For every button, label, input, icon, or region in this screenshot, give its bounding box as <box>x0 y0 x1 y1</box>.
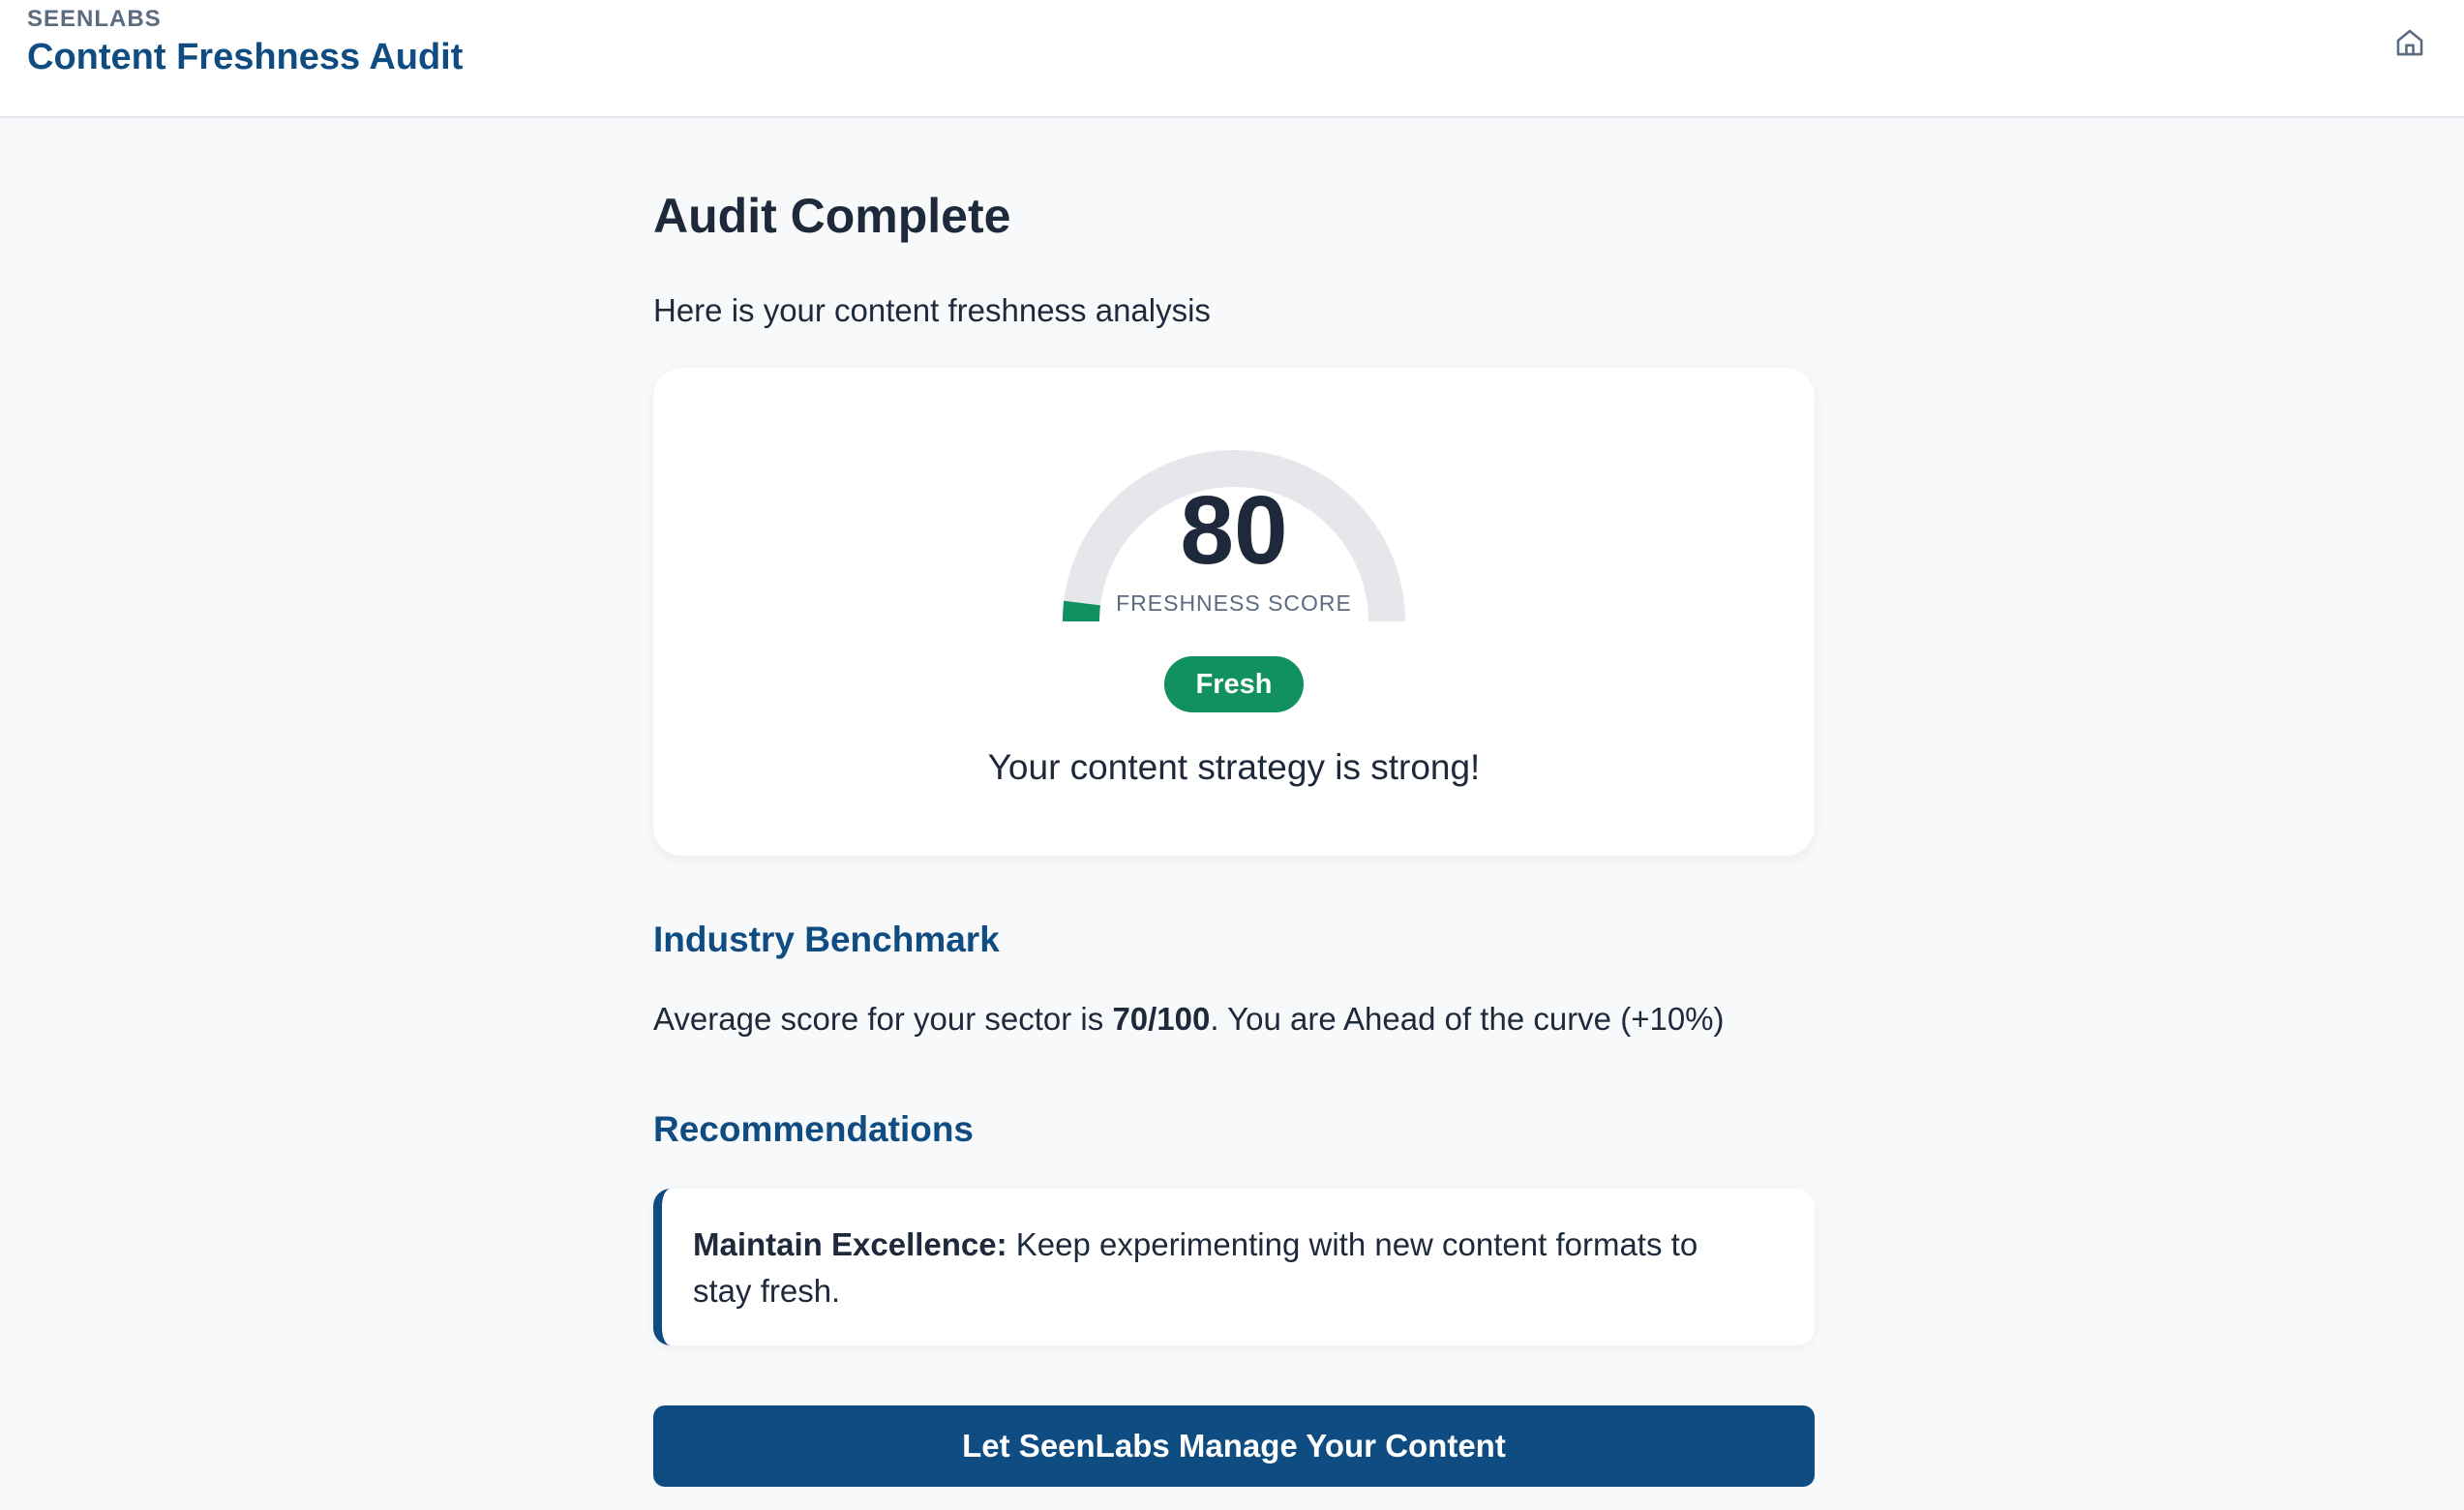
app-title: Content Freshness Audit <box>27 37 464 77</box>
recommendation-card: Maintain Excellence: Keep experimenting … <box>653 1189 1815 1345</box>
recommendations-heading: Recommendations <box>653 1109 975 1149</box>
benchmark-prefix: Average score for your sector is <box>653 1001 1113 1037</box>
home-button[interactable] <box>2390 23 2429 62</box>
benchmark-average: 70/100 <box>1112 1001 1211 1037</box>
recommendation-title: Maintain Excellence: <box>693 1226 1007 1262</box>
score-value: 80 <box>1180 476 1288 585</box>
score-label: FRESHNESS SCORE <box>1116 590 1352 616</box>
page-subtitle: Here is your content freshness analysis <box>653 292 1211 328</box>
page-title: Audit Complete <box>653 189 1011 243</box>
benchmark-text: Average score for your sector is 70/100.… <box>653 1001 1725 1038</box>
benchmark-suffix: . You are Ahead of the curve (+10%) <box>1210 1001 1725 1037</box>
brand-name: SEENLABS <box>27 6 162 32</box>
app-header: SEENLABS Content Freshness Audit <box>0 0 2464 118</box>
status-badge: Fresh <box>1164 656 1304 712</box>
score-message: Your content strategy is strong! <box>987 747 1481 787</box>
score-card: 80 FRESHNESS SCORE Fresh Your content st… <box>653 368 1815 856</box>
benchmark-heading: Industry Benchmark <box>653 920 1000 959</box>
home-icon <box>2396 29 2423 56</box>
manage-content-button[interactable]: Let SeenLabs Manage Your Content <box>653 1405 1815 1487</box>
